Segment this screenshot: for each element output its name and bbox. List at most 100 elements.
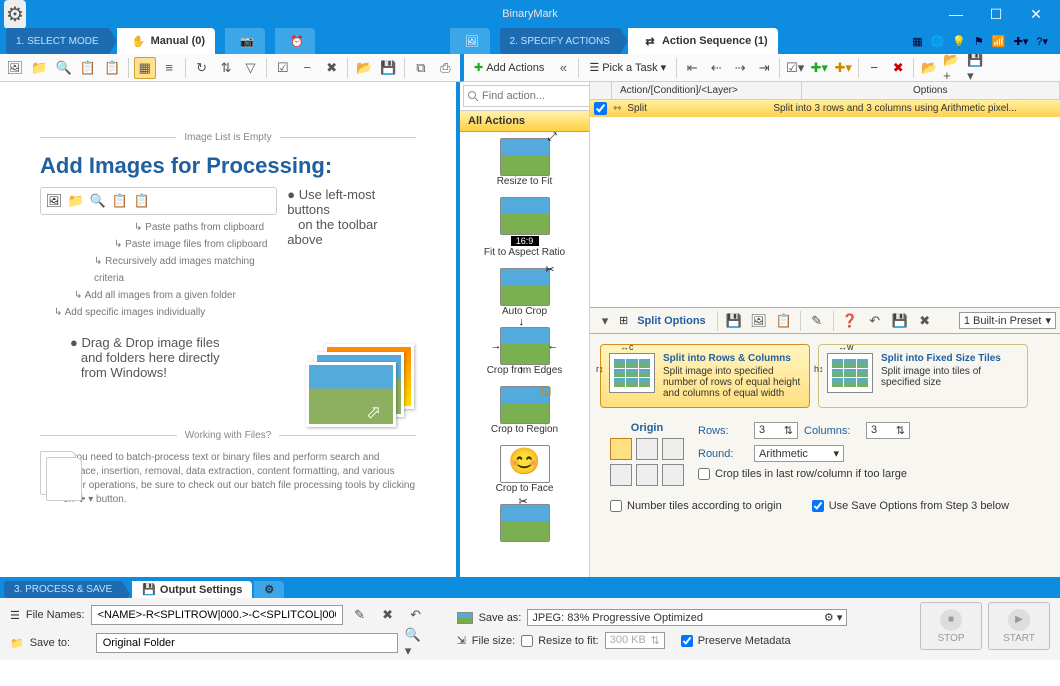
output-settings-tab[interactable]: 💾Output Settings bbox=[132, 581, 252, 598]
round-combo[interactable]: Arithmetic▾ bbox=[754, 445, 844, 462]
rows-spinner[interactable]: 3⇅ bbox=[754, 422, 798, 439]
sort-button[interactable]: ⇅ bbox=[215, 57, 236, 79]
bulb-icon[interactable]: 💡 bbox=[952, 35, 966, 48]
add-recursive-button[interactable]: 🔍 bbox=[53, 57, 74, 79]
checklist-button[interactable]: ☑▾ bbox=[784, 57, 806, 79]
mode-rows-cols[interactable]: r↕↔c Split into Rows & ColumnsSplit imag… bbox=[600, 344, 810, 408]
filter-button[interactable]: ▽ bbox=[240, 57, 261, 79]
origin-bc[interactable] bbox=[636, 464, 658, 486]
action-sequence-tab[interactable]: ⇄Action Sequence (1) bbox=[628, 28, 778, 54]
step1-label[interactable]: 1. SELECT MODE bbox=[6, 28, 109, 54]
step3-label[interactable]: 3. PROCESS & SAVE bbox=[4, 581, 122, 598]
copy-button[interactable]: ⧉ bbox=[410, 57, 431, 79]
opts-collapse-button[interactable]: ▾ bbox=[594, 310, 616, 332]
list-view-button[interactable]: ≡ bbox=[159, 57, 180, 79]
opts-edit-button[interactable]: ✎ bbox=[806, 310, 828, 332]
filenames-input[interactable] bbox=[91, 605, 343, 625]
export-button[interactable]: ⎙ bbox=[435, 57, 456, 79]
add-green-button[interactable]: ✚▾ bbox=[808, 57, 830, 79]
add-folder-button[interactable]: 📁 bbox=[28, 57, 49, 79]
minimize-button[interactable]: — bbox=[936, 0, 976, 28]
add-images-button[interactable]: 🖼 bbox=[4, 57, 25, 79]
settings-gear-icon[interactable]: ⚙ bbox=[4, 0, 26, 29]
output-gear-tab[interactable]: ⚙ bbox=[254, 581, 284, 598]
select-all-button[interactable]: ☑ bbox=[272, 57, 293, 79]
cols-spinner[interactable]: 3⇅ bbox=[866, 422, 910, 439]
opts-save-button[interactable]: 💾 bbox=[723, 310, 745, 332]
help-icon[interactable]: ?▾ bbox=[1036, 35, 1048, 48]
sequence-row[interactable]: ⇿ Split Split into 3 rows and 3 columns … bbox=[590, 100, 1060, 117]
origin-tc[interactable] bbox=[636, 438, 658, 460]
opts-del-button[interactable]: ✖ bbox=[914, 310, 936, 332]
flag-icon[interactable]: ⚑ bbox=[974, 35, 984, 48]
open-list-button[interactable]: 📂 bbox=[353, 57, 374, 79]
origin-br[interactable] bbox=[662, 464, 684, 486]
row-checkbox[interactable] bbox=[594, 102, 607, 115]
saveto-input[interactable] bbox=[96, 633, 398, 653]
clear-button[interactable]: ✖ bbox=[321, 57, 342, 79]
use-save-checkbox[interactable] bbox=[812, 500, 824, 512]
opts-undo-button[interactable]: ↶ bbox=[864, 310, 886, 332]
wifi-icon[interactable]: 📶 bbox=[992, 35, 1006, 48]
close-button[interactable]: ✕ bbox=[1016, 0, 1056, 28]
camera-tab[interactable]: 📷 bbox=[225, 28, 265, 54]
paste-paths-button[interactable]: 📋 bbox=[102, 57, 123, 79]
opts-clip-button[interactable]: 📋 bbox=[773, 310, 795, 332]
maximize-button[interactable]: ☐ bbox=[976, 0, 1016, 28]
start-button[interactable]: ▶START bbox=[988, 602, 1050, 650]
stop-button[interactable]: ■STOP bbox=[920, 602, 982, 650]
saveto-browse-button[interactable]: 🔍 ▾ bbox=[404, 632, 426, 654]
add-actions-button[interactable]: ✚Add Actions bbox=[468, 59, 550, 76]
crop-tiles-checkbox[interactable] bbox=[698, 468, 710, 480]
screen-icon[interactable]: ▦ bbox=[912, 35, 922, 48]
step2-label[interactable]: 2. SPECIFY ACTIONS bbox=[500, 28, 620, 54]
action-resize-to-fit[interactable]: ⤢Resize to Fit bbox=[460, 132, 589, 191]
origin-bl[interactable] bbox=[610, 464, 632, 486]
origin-tl[interactable] bbox=[610, 438, 632, 460]
resize-fit-spinner[interactable]: 300 KB⇅ bbox=[605, 632, 665, 649]
add-seq-button[interactable]: 📂+ bbox=[942, 57, 964, 79]
globe-icon[interactable]: 🌐 bbox=[931, 35, 945, 48]
action-auto-crop[interactable]: ✂Auto Crop bbox=[460, 262, 589, 321]
remove-action-button[interactable]: − bbox=[863, 57, 885, 79]
thumbs-view-button[interactable]: ▦ bbox=[134, 57, 155, 79]
filenames-reset-button[interactable]: ↶ bbox=[405, 604, 427, 626]
action-fit-aspect[interactable]: 16:9Fit to Aspect Ratio bbox=[460, 191, 589, 262]
preset-combo[interactable]: 1 Built-in Preset ▾ bbox=[959, 312, 1056, 329]
resize-fit-checkbox[interactable] bbox=[521, 635, 533, 647]
open-seq-button[interactable]: 📂 bbox=[918, 57, 940, 79]
action-crop-face[interactable]: 😊Crop to Face bbox=[460, 439, 589, 498]
picture-tab[interactable]: 🖼 bbox=[450, 28, 490, 54]
save-seq-button[interactable]: 💾▾ bbox=[966, 57, 988, 79]
nav-prev-button[interactable]: ⇠ bbox=[705, 57, 727, 79]
action-crop-region[interactable]: ◱Crop to Region bbox=[460, 380, 589, 439]
pick-task-button[interactable]: ☰Pick a Task ▾ bbox=[583, 59, 672, 76]
collapse-button[interactable]: « bbox=[552, 57, 574, 79]
preserve-meta-checkbox[interactable] bbox=[681, 635, 693, 647]
remove-button[interactable]: − bbox=[297, 57, 318, 79]
action-more[interactable]: ✂ bbox=[460, 498, 589, 546]
opts-save2-button[interactable]: 💾 bbox=[889, 310, 911, 332]
plus-icon[interactable]: ✚▾ bbox=[1014, 35, 1029, 48]
nav-last-button[interactable]: ⇥ bbox=[753, 57, 775, 79]
all-actions-header[interactable]: All Actions bbox=[460, 111, 589, 132]
action-crop-edges[interactable]: →←↓↑Crop from Edges bbox=[460, 321, 589, 380]
nav-first-button[interactable]: ⇤ bbox=[681, 57, 703, 79]
paste-files-button[interactable]: 📋 bbox=[77, 57, 98, 79]
add-yellow-button[interactable]: ✚▾ bbox=[832, 57, 854, 79]
saveas-combo[interactable]: JPEG: 83% Progressive Optimized⚙ ▾ bbox=[527, 609, 847, 626]
origin-grid[interactable] bbox=[610, 438, 684, 486]
manual-tab[interactable]: ✋Manual (0) bbox=[117, 28, 215, 54]
opts-img-button[interactable]: 🖼 bbox=[748, 310, 770, 332]
filenames-edit-button[interactable]: ✎ bbox=[349, 604, 371, 626]
origin-tr[interactable] bbox=[662, 438, 684, 460]
clear-actions-button[interactable]: ✖ bbox=[887, 57, 909, 79]
rotate-button[interactable]: ↻ bbox=[191, 57, 212, 79]
number-tiles-checkbox[interactable] bbox=[610, 500, 622, 512]
opts-help-button[interactable]: ❓ bbox=[839, 310, 861, 332]
mode-fixed-tiles[interactable]: h↕↔w Split into Fixed Size TilesSplit im… bbox=[818, 344, 1028, 408]
filenames-clear-button[interactable]: ✖ bbox=[377, 604, 399, 626]
nav-next-button[interactable]: ⇢ bbox=[729, 57, 751, 79]
clock-tab[interactable]: ⏰ bbox=[275, 28, 315, 54]
save-list-button[interactable]: 💾 bbox=[378, 57, 399, 79]
